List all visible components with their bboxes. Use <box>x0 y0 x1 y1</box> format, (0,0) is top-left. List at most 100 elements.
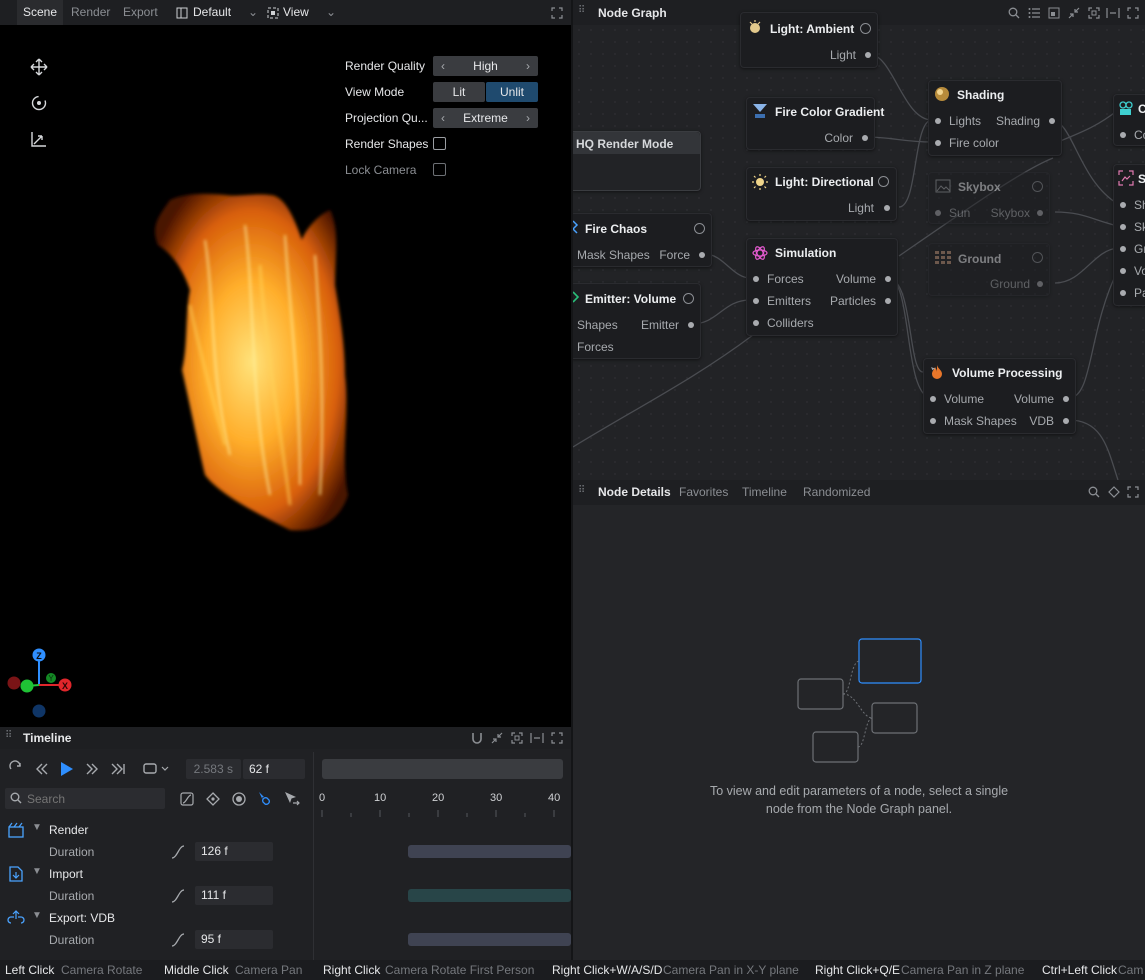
expand-triangle-icon[interactable]: ▼ <box>32 822 42 833</box>
input-port[interactable] <box>930 396 936 402</box>
curve-edit-icon[interactable] <box>180 792 194 806</box>
output-port[interactable] <box>884 205 890 211</box>
fit-view-icon[interactable] <box>511 732 523 744</box>
time-seconds-field[interactable]: 2.583 s <box>186 759 241 779</box>
duration-track-bar[interactable] <box>408 889 571 902</box>
curve-icon[interactable] <box>171 933 185 947</box>
tab-randomized[interactable]: Randomized <box>797 480 876 505</box>
power-icon[interactable] <box>683 293 694 304</box>
power-icon[interactable] <box>694 223 705 234</box>
keyframe-icon[interactable] <box>1108 486 1120 498</box>
track-row-duration[interactable]: Duration 126 f <box>0 841 571 863</box>
input-port[interactable] <box>1120 132 1126 138</box>
input-port[interactable] <box>753 320 759 326</box>
node-graph-panel[interactable]: ⠿ Node Graph Light: Ambient Light Shadin… <box>573 0 1145 480</box>
duration-field[interactable]: 111 f <box>195 886 273 905</box>
output-port[interactable] <box>885 276 891 282</box>
drag-handle-icon[interactable]: ⠿ <box>5 730 12 741</box>
node-light-ambient[interactable]: Light: Ambient Light <box>740 12 878 68</box>
track-group-import[interactable]: ▼ Import <box>0 863 571 885</box>
tab-render[interactable]: Render <box>65 0 116 25</box>
view-menu-dropdown[interactable]: View ⌄ <box>267 0 339 25</box>
search-input[interactable] <box>27 790 157 807</box>
duration-track-bar[interactable] <box>408 845 571 858</box>
input-port[interactable] <box>935 140 941 146</box>
power-off-icon[interactable] <box>1032 252 1043 263</box>
track-row-duration[interactable]: Duration 111 f <box>0 885 571 907</box>
duration-field[interactable]: 95 f <box>195 930 273 949</box>
input-port[interactable] <box>1120 268 1126 274</box>
node-light-directional[interactable]: Light: Directional Light <box>746 167 897 221</box>
zoom-range-icon[interactable] <box>530 732 544 744</box>
output-port[interactable] <box>1063 396 1069 402</box>
node-hq-render-mode[interactable]: HQ Render Mode <box>573 131 701 191</box>
node-simulation[interactable]: Simulation Forces Volume Emitters Partic… <box>746 238 898 336</box>
skip-end-icon[interactable] <box>111 762 125 776</box>
curve-icon[interactable] <box>171 845 185 859</box>
track-group-export-vdb[interactable]: ▼ Export: VDB <box>0 907 571 929</box>
input-port[interactable] <box>1120 246 1126 252</box>
input-port[interactable] <box>1120 224 1126 230</box>
power-off-icon[interactable] <box>1032 181 1043 192</box>
output-port[interactable] <box>862 135 868 141</box>
output-port[interactable] <box>1037 281 1043 287</box>
power-icon[interactable] <box>878 176 889 187</box>
output-port[interactable] <box>885 298 891 304</box>
output-port[interactable] <box>1037 210 1043 216</box>
input-port[interactable] <box>935 210 941 216</box>
drag-handle-icon[interactable]: ⠿ <box>578 485 585 496</box>
tab-node-details[interactable]: Node Details <box>592 480 677 505</box>
step-forward-icon[interactable] <box>85 762 99 776</box>
node-ground[interactable]: Ground Ground <box>928 243 1050 296</box>
step-back-icon[interactable] <box>35 762 49 776</box>
curve-icon[interactable] <box>171 889 185 903</box>
node-fire-chaos[interactable]: Fire Chaos Mask Shapes Force <box>573 213 712 267</box>
input-port[interactable] <box>753 298 759 304</box>
timeline-search-box[interactable] <box>5 788 165 809</box>
output-port[interactable] <box>699 252 705 258</box>
maximize-icon[interactable] <box>1127 486 1139 498</box>
duration-field[interactable]: 126 f <box>195 842 273 861</box>
expand-triangle-icon[interactable]: ▼ <box>32 910 42 921</box>
tab-scene[interactable]: Scene <box>17 0 64 25</box>
node-emitter-volume[interactable]: Emitter: Volume Shapes Emitter Forces <box>573 283 701 359</box>
maximize-icon[interactable] <box>551 7 563 19</box>
collapse-icon[interactable] <box>491 732 503 744</box>
output-port[interactable] <box>1063 418 1069 424</box>
link-select-icon[interactable] <box>257 791 273 807</box>
snap-cursor-icon[interactable] <box>284 791 300 807</box>
tab-export[interactable]: Export <box>117 0 164 25</box>
record-icon[interactable] <box>232 792 246 806</box>
play-icon[interactable] <box>60 761 74 777</box>
maximize-icon[interactable] <box>551 732 563 744</box>
layout-preset-dropdown[interactable]: Default ⌄ <box>176 0 261 25</box>
output-port[interactable] <box>1049 118 1055 124</box>
tab-timeline[interactable]: Timeline <box>736 480 793 505</box>
duration-track-bar[interactable] <box>408 933 571 946</box>
input-port[interactable] <box>935 118 941 124</box>
node-camera-partial[interactable]: C Co <box>1113 94 1145 146</box>
timeline-ruler[interactable]: 0 10 20 30 40 <box>314 787 571 819</box>
node-shading[interactable]: Shading Lights Shading Fire color <box>928 80 1062 156</box>
timeline-scrubber-range[interactable] <box>322 759 563 779</box>
input-port[interactable] <box>753 276 759 282</box>
node-skybox[interactable]: Skybox Sun Skybox <box>928 172 1050 224</box>
tab-favorites[interactable]: Favorites <box>673 480 734 505</box>
search-icon[interactable] <box>1088 486 1100 498</box>
output-port[interactable] <box>865 52 871 58</box>
expand-triangle-icon[interactable]: ▼ <box>32 866 42 877</box>
input-port[interactable] <box>1120 202 1126 208</box>
input-port[interactable] <box>930 418 936 424</box>
track-row-duration[interactable]: Duration 95 f <box>0 929 571 951</box>
frame-field[interactable]: 62 f <box>243 759 305 779</box>
node-fire-color-gradient[interactable]: Fire Color Gradient Color <box>746 97 884 150</box>
output-port[interactable] <box>688 322 694 328</box>
magnet-icon[interactable] <box>471 732 483 744</box>
node-scene-partial[interactable]: S Sh Sk Gr Vo Pa <box>1113 164 1145 306</box>
track-group-render[interactable]: ▼ Render <box>0 819 571 841</box>
loop-reset-icon[interactable] <box>9 760 23 776</box>
axis-gizmo[interactable]: Z Y X <box>5 645 85 725</box>
keyframe-icon[interactable] <box>206 792 220 806</box>
node-volume-processing[interactable]: Volume Processing Volume Volume Mask Sha… <box>923 358 1076 434</box>
power-icon[interactable] <box>860 23 871 34</box>
